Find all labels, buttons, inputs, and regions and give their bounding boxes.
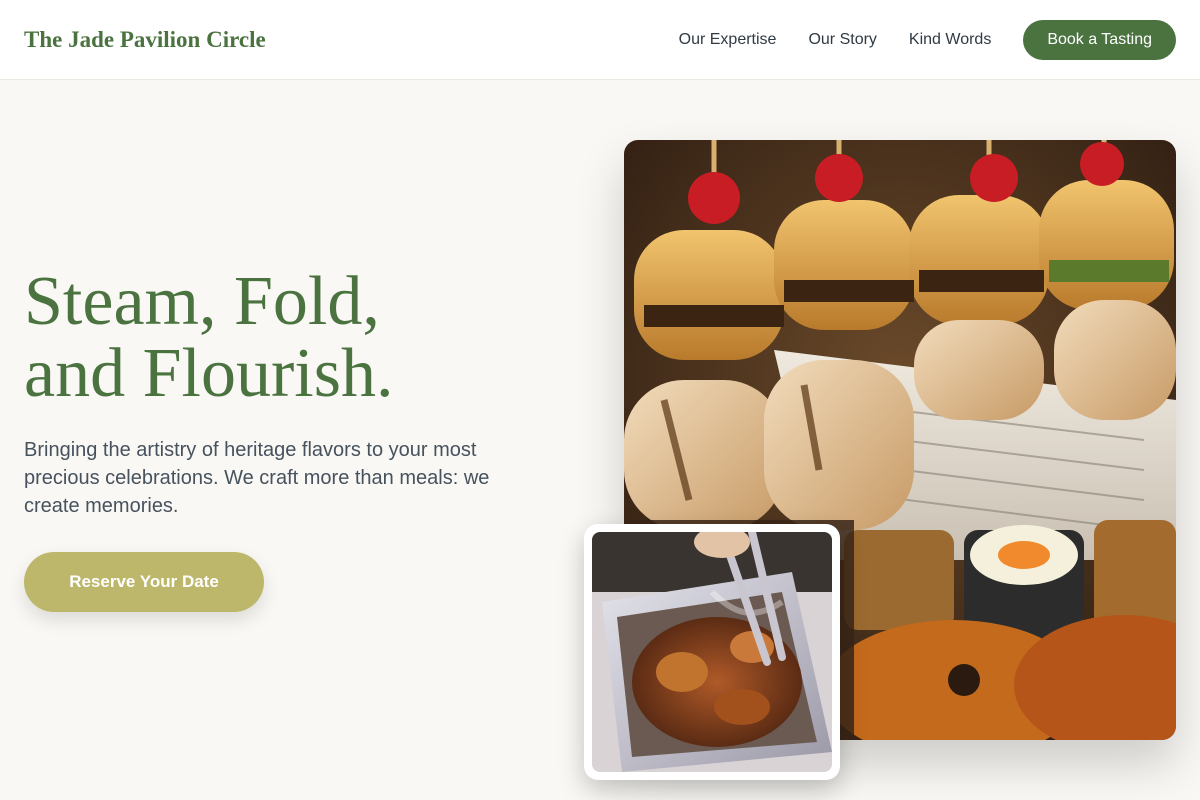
site-header: The Jade Pavilion Circle Our Expertise O… xyxy=(0,0,1200,80)
book-tasting-button[interactable]: Book a Tasting xyxy=(1023,19,1176,60)
main-nav: Our Expertise Our Story Kind Words Book … xyxy=(647,19,1176,60)
hero-title: Steam, Fold, and Flourish. xyxy=(24,266,393,410)
nav-link-our-expertise[interactable]: Our Expertise xyxy=(679,31,777,49)
hero-title-line-1: Steam, Fold, xyxy=(24,263,380,340)
brand-logo[interactable]: The Jade Pavilion Circle xyxy=(24,27,266,53)
reserve-date-button[interactable]: Reserve Your Date xyxy=(24,552,264,612)
hero-subtitle: Bringing the artistry of heritage flavor… xyxy=(24,439,490,517)
inset-food-photo xyxy=(584,524,840,780)
nav-link-kind-words[interactable]: Kind Words xyxy=(909,31,991,49)
hero-title-line-2: and Flourish. xyxy=(24,335,394,412)
nav-link-our-story[interactable]: Our Story xyxy=(808,31,876,49)
